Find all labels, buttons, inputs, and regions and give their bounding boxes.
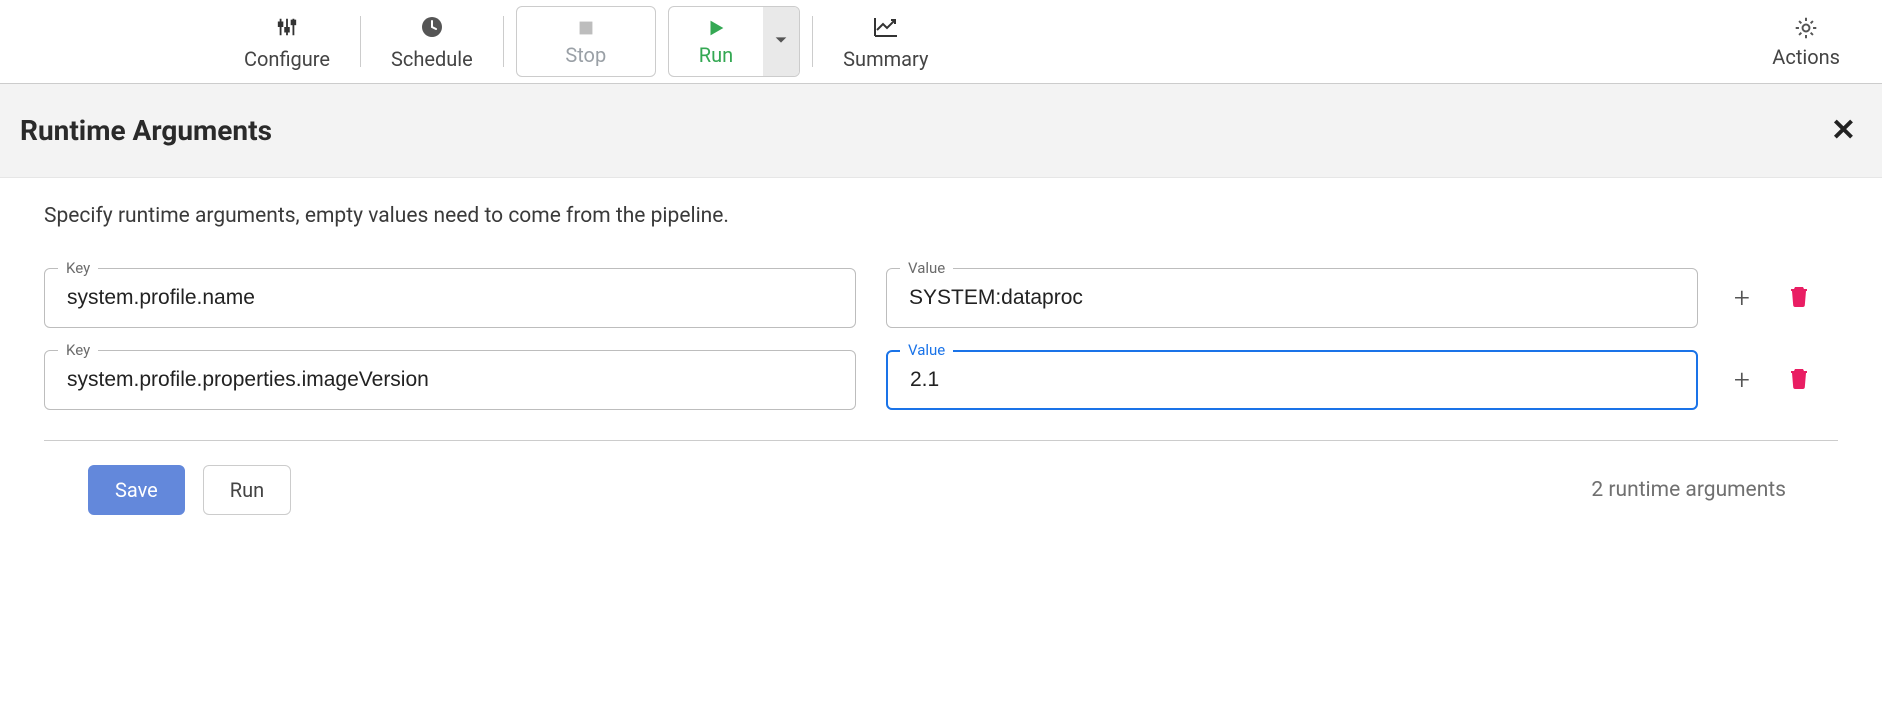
stop-icon — [575, 17, 597, 43]
argument-row: Key Value + — [44, 350, 1838, 410]
argument-count: 2 runtime arguments — [1591, 478, 1794, 502]
argument-row: Key Value + — [44, 268, 1838, 328]
key-input[interactable] — [44, 268, 856, 328]
stop-button[interactable]: Stop — [516, 6, 656, 77]
delete-row-button[interactable] — [1790, 285, 1808, 311]
row-actions: + — [1734, 284, 1808, 312]
configure-button[interactable]: Configure — [220, 0, 354, 83]
panel-content: Specify runtime arguments, empty values … — [0, 178, 1882, 525]
key-label: Key — [58, 259, 98, 277]
value-input[interactable] — [886, 350, 1698, 410]
panel-title: Runtime Arguments — [20, 114, 1862, 147]
panel-footer: Save Run 2 runtime arguments — [44, 441, 1838, 515]
value-field: Value — [886, 350, 1698, 410]
run-label: Run — [699, 43, 733, 67]
chart-line-icon — [873, 13, 899, 41]
key-label: Key — [58, 341, 98, 359]
trash-icon — [1790, 285, 1808, 311]
add-row-button[interactable]: + — [1734, 366, 1750, 394]
schedule-button[interactable]: Schedule — [367, 0, 497, 83]
run-button[interactable]: Run — [669, 7, 763, 76]
schedule-label: Schedule — [391, 47, 473, 71]
close-icon: ✕ — [1831, 113, 1856, 148]
configure-label: Configure — [244, 47, 330, 71]
row-actions: + — [1734, 366, 1808, 394]
panel-header: Runtime Arguments ✕ — [0, 84, 1882, 178]
toolbar-separator — [812, 16, 813, 67]
footer-run-button[interactable]: Run — [203, 465, 291, 515]
save-label: Save — [115, 478, 158, 502]
key-input[interactable] — [44, 350, 856, 410]
run-button-group: Run — [668, 6, 800, 77]
summary-button[interactable]: Summary — [819, 0, 952, 83]
toolbar-spacer — [952, 0, 1748, 83]
value-label: Value — [900, 341, 953, 359]
play-icon — [705, 17, 727, 43]
clock-icon — [420, 13, 444, 41]
plus-icon: + — [1734, 281, 1750, 314]
run-dropdown-button[interactable] — [763, 7, 799, 76]
value-input[interactable] — [886, 268, 1698, 328]
add-row-button[interactable]: + — [1734, 284, 1750, 312]
value-label: Value — [900, 259, 953, 277]
gear-icon — [1793, 15, 1819, 45]
argument-rows: Key Value + Key — [44, 268, 1838, 441]
value-field: Value — [886, 268, 1698, 328]
plus-icon: + — [1734, 363, 1750, 396]
panel-description: Specify runtime arguments, empty values … — [44, 204, 1838, 228]
key-field: Key — [44, 350, 856, 410]
close-button[interactable]: ✕ — [1831, 116, 1856, 146]
footer-run-label: Run — [230, 478, 264, 502]
actions-button[interactable]: Actions — [1748, 0, 1882, 83]
sliders-icon — [276, 13, 298, 41]
chevron-down-icon — [773, 32, 789, 52]
summary-label: Summary — [843, 47, 928, 71]
save-button[interactable]: Save — [88, 465, 185, 515]
stop-label: Stop — [565, 43, 606, 67]
toolbar: Configure Schedule Stop Run — [0, 0, 1882, 84]
toolbar-separator — [360, 16, 361, 67]
delete-row-button[interactable] — [1790, 367, 1808, 393]
key-field: Key — [44, 268, 856, 328]
toolbar-separator — [503, 16, 504, 67]
actions-label: Actions — [1772, 45, 1840, 69]
trash-icon — [1790, 367, 1808, 393]
